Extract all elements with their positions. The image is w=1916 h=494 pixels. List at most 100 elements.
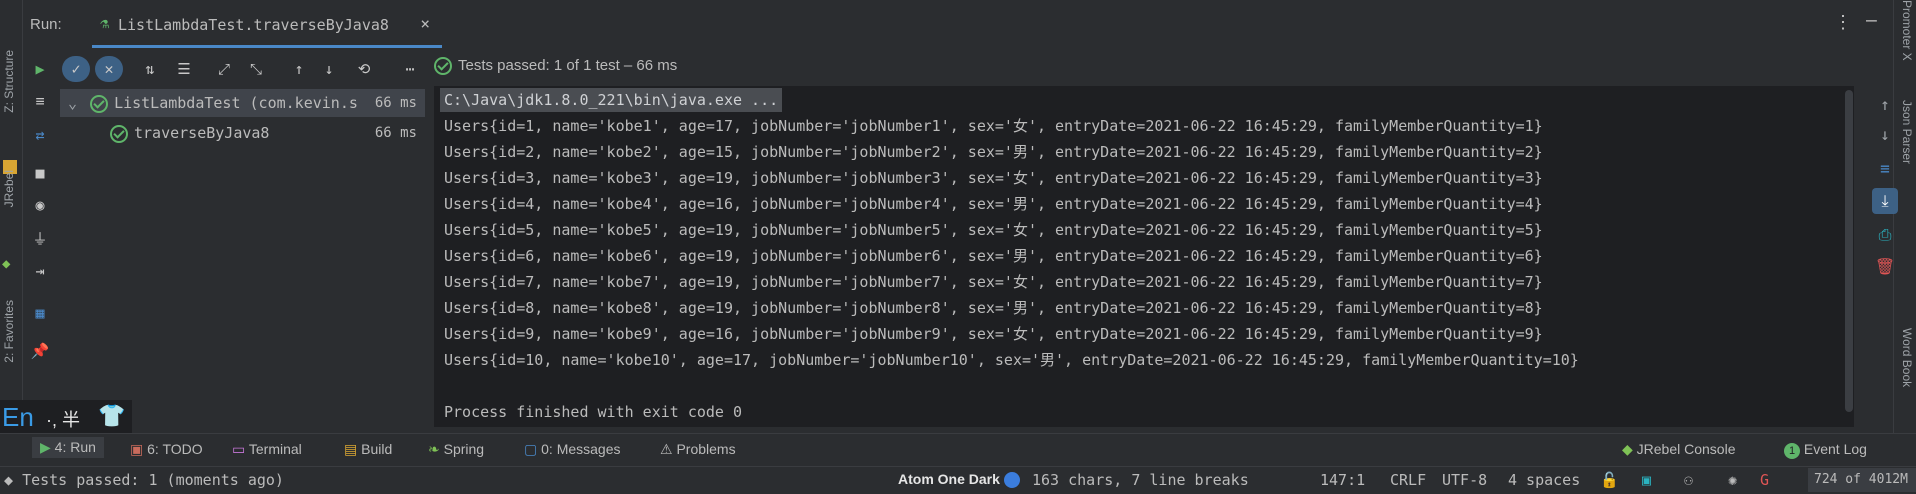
favorites-tool-tab[interactable]: 2: Favorites: [2, 300, 16, 363]
tab-run[interactable]: ▶ 4: Run: [32, 437, 104, 458]
tab-todo[interactable]: ▣ 6: TODO: [130, 441, 203, 458]
more-options-icon[interactable]: ⋮: [1834, 12, 1852, 33]
caret-position[interactable]: 147:1: [1320, 471, 1365, 489]
tab-terminal[interactable]: ▭ Terminal: [232, 441, 302, 458]
layout-icon[interactable]: ▦: [26, 300, 54, 326]
scroll-to-end-icon[interactable]: ⤓: [1872, 188, 1898, 214]
next-icon[interactable]: ↓: [315, 56, 343, 82]
build-icon: ▤: [344, 441, 362, 457]
exit-icon[interactable]: ⇥: [26, 258, 54, 284]
lock-icon[interactable]: 🔓: [1600, 471, 1619, 489]
run-tab-title: ListLambdaTest.traverseByJava8: [118, 16, 389, 34]
left-tool-strip: Z: Structure JRebel ◆ 2: Favorites: [0, 0, 23, 465]
status-message-text: Tests passed: 1 (moments ago): [22, 471, 284, 489]
word-book-tool-tab[interactable]: Word Book: [1900, 328, 1914, 387]
tree-root[interactable]: ⌄ ListLambdaTest (com.kevin.s 66 ms: [60, 89, 425, 117]
spring-icon: ❧: [428, 441, 444, 457]
output-line: Users{id=5, name='kobe5', age=19, jobNum…: [444, 221, 1543, 239]
terminal-status-icon[interactable]: ▣: [1642, 471, 1651, 489]
tab-event-log-label: Event Log: [1803, 441, 1867, 457]
bug-icon[interactable]: ⚇: [1684, 471, 1693, 489]
run-tab[interactable]: ⚗ ListLambdaTest.traverseByJava8 ×: [92, 0, 442, 48]
previous-icon[interactable]: ↑: [285, 56, 313, 82]
stop-icon[interactable]: ■: [26, 160, 54, 186]
show-passed-icon[interactable]: ✓: [62, 56, 90, 82]
output-line: Users{id=10, name='kobe10', age=17, jobN…: [444, 351, 1579, 369]
warning-icon: ⚠: [660, 441, 677, 457]
tab-build-label: Build: [361, 441, 393, 457]
output-line: Users{id=1, name='kobe1', age=17, jobNum…: [444, 117, 1543, 135]
tab-jrebel-console[interactable]: ◆ JRebel Console: [1622, 441, 1736, 458]
theme-label: Atom One Dark: [898, 471, 1000, 487]
tab-spring-label: Spring: [443, 441, 485, 457]
show-ignored-icon[interactable]: ✕: [95, 56, 123, 82]
selection-info[interactable]: 163 chars, 7 line breaks: [1032, 471, 1249, 489]
console-scrollbar[interactable]: [1845, 90, 1853, 412]
down-arrow-icon[interactable]: ↓: [1872, 122, 1898, 148]
tree-child[interactable]: traverseByJava8 66 ms: [60, 119, 425, 147]
tab-jrebel-console-label: JRebel Console: [1636, 441, 1736, 457]
chevron-down-icon: ⌄: [68, 94, 78, 112]
output-line: Users{id=3, name='kobe3', age=19, jobNum…: [444, 169, 1543, 187]
soft-wrap-icon[interactable]: ≡: [1872, 156, 1898, 182]
run-label: Run:: [30, 16, 62, 33]
tree-root-time: 66 ms: [374, 95, 417, 111]
google-icon[interactable]: G: [1760, 471, 1769, 489]
tab-problems-label: Problems: [676, 441, 736, 457]
theme-indicator[interactable]: Atom One Dark: [898, 471, 1020, 489]
up-arrow-icon[interactable]: ↑: [1872, 92, 1898, 118]
close-icon[interactable]: ×: [420, 14, 430, 33]
ime-lang: En: [2, 402, 34, 432]
indent-setting[interactable]: 4 spaces: [1508, 471, 1580, 489]
jrebel-tool-tab[interactable]: JRebel: [2, 170, 16, 207]
passed-check-icon: [434, 57, 452, 76]
more-icon[interactable]: ⋯: [396, 56, 424, 82]
print-icon[interactable]: ⎙: [1872, 222, 1898, 248]
expand-all-icon[interactable]: ⤢: [210, 56, 238, 82]
json-parser-tool-tab[interactable]: Json Parser: [1900, 100, 1914, 164]
pin-icon[interactable]: 📌: [26, 338, 54, 364]
passed-check-icon: [90, 94, 109, 113]
tab-spring[interactable]: ❧ Spring: [428, 441, 484, 458]
status-message[interactable]: ◆ Tests passed: 1 (moments ago): [4, 471, 284, 489]
run-icon: ▶: [40, 439, 55, 455]
promoter-tool-tab[interactable]: Promoter X: [1900, 0, 1914, 61]
output-line: Users{id=7, name='kobe7', age=19, jobNum…: [444, 273, 1543, 291]
output-line: Users{id=4, name='kobe4', age=16, jobNum…: [444, 195, 1543, 213]
sort-duration-icon[interactable]: ☰: [170, 56, 198, 82]
plug-icon[interactable]: ⏚: [26, 226, 54, 252]
tab-todo-label: 6: TODO: [147, 441, 203, 457]
shirt-icon: 👕: [98, 404, 126, 429]
tab-build[interactable]: ▤ Build: [344, 441, 392, 458]
collapse-all-icon[interactable]: ⤡: [242, 56, 270, 82]
tree-child-time: 66 ms: [374, 125, 417, 141]
todo-icon: ▣: [130, 441, 148, 457]
output-line: Users{id=8, name='kobe8', age=19, jobNum…: [444, 299, 1543, 317]
trash-icon[interactable]: 🗑: [1872, 254, 1898, 280]
settings-icon[interactable]: ✺: [1728, 471, 1737, 489]
tab-messages[interactable]: ▢ 0: Messages: [524, 441, 621, 458]
output-line: Users{id=9, name='kobe9', age=16, jobNum…: [444, 325, 1543, 343]
output-line: Users{id=6, name='kobe6', age=19, jobNum…: [444, 247, 1543, 265]
structure-tool-tab[interactable]: Z: Structure: [2, 50, 16, 113]
tab-problems[interactable]: ⚠ Problems: [660, 441, 736, 458]
terminal-icon: ▭: [232, 441, 249, 457]
tab-event-log[interactable]: 1 Event Log: [1784, 441, 1867, 459]
minimize-icon[interactable]: –: [1866, 10, 1877, 31]
tests-status-text: Tests passed: 1 of 1 test – 66 ms: [458, 57, 678, 74]
rerun-failed-icon[interactable]: ⇄: [26, 122, 54, 148]
memory-indicator[interactable]: 724 of 4012M: [1808, 468, 1916, 492]
line-separator[interactable]: CRLF: [1390, 471, 1426, 489]
sort-icon[interactable]: ≡: [26, 88, 54, 114]
rerun-icon[interactable]: ▶: [26, 56, 54, 82]
history-icon[interactable]: ⟲: [350, 56, 378, 82]
jrebel-icon: ◆: [2, 256, 11, 272]
tree-child-label: traverseByJava8: [134, 124, 270, 142]
jrebel-icon: ◆: [1622, 441, 1637, 457]
file-encoding[interactable]: UTF-8: [1442, 471, 1487, 489]
sort-alpha-icon[interactable]: ⇅: [136, 56, 164, 82]
camera-icon[interactable]: ◉: [26, 192, 54, 218]
event-log-badge: 1: [1784, 443, 1800, 459]
tab-run-label: 4: Run: [54, 439, 96, 455]
console-output[interactable]: C:\Java\jdk1.8.0_221\bin\java.exe ... Us…: [434, 86, 1854, 427]
